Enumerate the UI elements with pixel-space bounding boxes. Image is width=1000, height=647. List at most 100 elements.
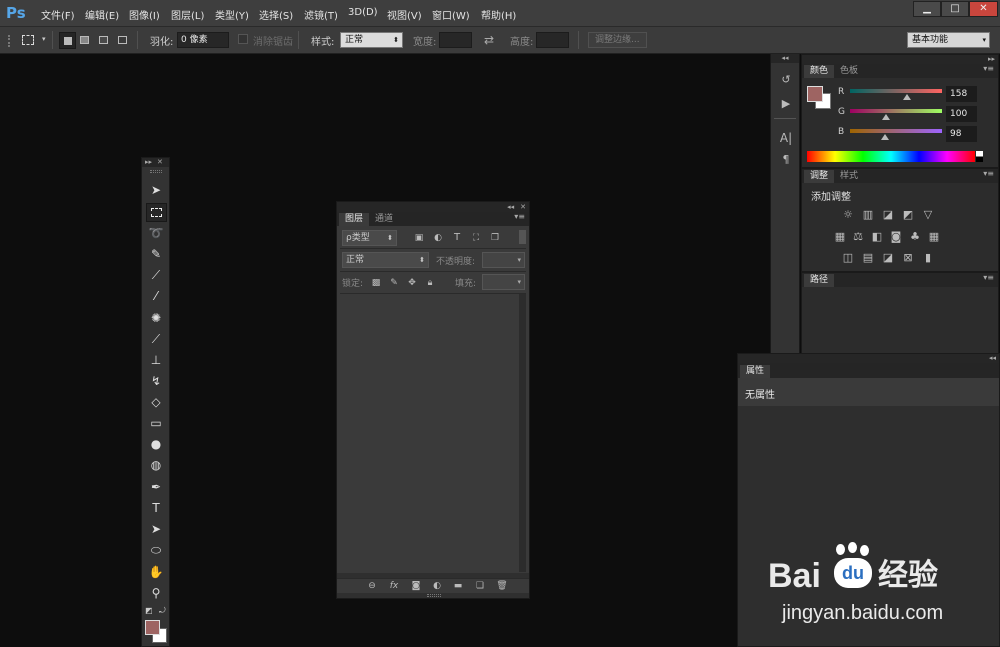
close-icon[interactable]: ✕: [520, 203, 526, 211]
tab-color[interactable]: 颜色: [804, 65, 835, 78]
gradient-map-icon[interactable]: ▮: [920, 250, 936, 266]
path-selection-tool-icon[interactable]: ➤: [147, 521, 165, 538]
lock-image-icon[interactable]: ✎: [386, 275, 402, 291]
black-white-ramp[interactable]: [976, 151, 983, 162]
clone-stamp-tool-icon[interactable]: ⊥: [147, 352, 165, 369]
levels-icon[interactable]: ▥: [860, 207, 876, 223]
shape-tool-icon[interactable]: ⬭: [147, 542, 165, 559]
default-colors-icon[interactable]: ◩: [145, 606, 153, 615]
black-white-icon[interactable]: ◧: [869, 229, 885, 245]
tab-adjustments[interactable]: 调整: [804, 170, 835, 183]
menu-window[interactable]: 窗口(W): [432, 7, 470, 22]
new-selection-button[interactable]: [59, 32, 76, 49]
marquee-tool-button[interactable]: [146, 203, 167, 222]
blur-tool-icon[interactable]: ●: [147, 436, 165, 453]
crop-tool-icon[interactable]: ⟋: [147, 267, 165, 284]
r-slider[interactable]: [850, 89, 942, 93]
collapse-icon[interactable]: ▸▸: [145, 158, 152, 166]
menu-view[interactable]: 视图(V): [387, 7, 422, 22]
feather-input[interactable]: 0 像素: [177, 32, 229, 48]
panel-menu-icon[interactable]: ▾≡: [983, 273, 994, 282]
zoom-tool-icon[interactable]: ⚲: [147, 585, 165, 602]
swap-icon[interactable]: ⇄: [484, 33, 494, 47]
adjustment-layer-icon[interactable]: ◐: [429, 579, 445, 593]
brush-tool-icon[interactable]: ⟋: [147, 331, 165, 348]
eraser-tool-icon[interactable]: ◇: [147, 394, 165, 411]
tab-properties[interactable]: 属性: [740, 365, 771, 378]
move-tool-icon[interactable]: ➤: [147, 182, 165, 199]
layer-mask-icon[interactable]: ◙: [408, 579, 424, 593]
panel-menu-icon[interactable]: ▾≡: [514, 212, 525, 221]
menu-layer[interactable]: 图层(L): [171, 7, 204, 22]
color-balance-icon[interactable]: ⚖: [850, 229, 866, 245]
close-icon[interactable]: ✕: [157, 158, 163, 166]
b-input[interactable]: 98: [946, 126, 977, 142]
fx-icon[interactable]: fx: [386, 579, 402, 593]
hue-saturation-icon[interactable]: ▦: [832, 229, 848, 245]
antialias-checkbox[interactable]: [238, 34, 248, 44]
pen-tool-icon[interactable]: ✒: [147, 479, 165, 496]
character-icon[interactable]: A|: [778, 130, 794, 146]
height-input[interactable]: [536, 32, 569, 48]
collapse-icon[interactable]: ▸▸: [802, 55, 998, 64]
g-input[interactable]: 100: [946, 106, 977, 122]
curves-icon[interactable]: ◪: [880, 207, 896, 223]
filter-pixel-icon[interactable]: ▣: [411, 230, 427, 246]
g-slider-thumb[interactable]: [882, 114, 891, 120]
selective-color-icon[interactable]: ⊠: [900, 250, 916, 266]
collapse-icon[interactable]: ◂◂: [507, 203, 514, 211]
width-input[interactable]: [439, 32, 472, 48]
color-spectrum-ramp[interactable]: [807, 151, 975, 162]
style-select[interactable]: 正常 ⬍: [340, 32, 403, 48]
panel-menu-icon[interactable]: ▾≡: [983, 64, 994, 73]
tab-swatches[interactable]: 色板: [834, 65, 864, 78]
panel-menu-icon[interactable]: ▾≡: [983, 169, 994, 178]
menu-filter[interactable]: 滤镜(T): [304, 7, 338, 22]
collapse-icon[interactable]: ◂◂: [738, 354, 999, 363]
posterize-icon[interactable]: ▤: [860, 250, 876, 266]
tab-paths[interactable]: 路径: [804, 274, 835, 287]
minimize-button[interactable]: ▁: [913, 1, 941, 17]
lasso-tool-icon[interactable]: ➰: [147, 225, 165, 242]
lock-all-icon[interactable]: 🔒︎: [422, 275, 438, 291]
layers-scrollbar[interactable]: [519, 294, 526, 572]
b-slider[interactable]: [850, 129, 942, 133]
subtract-selection-icon[interactable]: [99, 36, 108, 44]
g-slider[interactable]: [850, 109, 942, 113]
hand-tool-icon[interactable]: ✋: [147, 564, 165, 581]
quick-selection-tool-icon[interactable]: ✎: [147, 246, 165, 263]
new-layer-icon[interactable]: ❏: [472, 579, 488, 593]
tab-layers[interactable]: 图层: [339, 213, 370, 226]
b-slider-thumb[interactable]: [881, 134, 890, 140]
filter-smart-object-icon[interactable]: ❐: [487, 230, 503, 246]
filter-type-icon[interactable]: T: [449, 230, 465, 246]
gradient-tool-icon[interactable]: ▭: [147, 415, 165, 432]
invert-icon[interactable]: ◫: [840, 250, 856, 266]
filter-toggle[interactable]: [519, 230, 526, 244]
intersect-selection-icon[interactable]: [118, 36, 127, 44]
blend-mode-select[interactable]: 正常 ⬍: [342, 252, 429, 268]
tab-styles[interactable]: 样式: [834, 170, 864, 183]
r-slider-thumb[interactable]: [903, 94, 911, 100]
menu-edit[interactable]: 编辑(E): [85, 7, 119, 22]
menu-help[interactable]: 帮助(H): [481, 7, 516, 22]
lock-position-icon[interactable]: ✥: [404, 275, 420, 291]
chevron-down-icon[interactable]: ▾: [42, 35, 46, 43]
workspace-select[interactable]: 基本功能 ▾: [907, 32, 990, 48]
eyedropper-tool-icon[interactable]: ⁄: [147, 288, 165, 305]
menu-image[interactable]: 图像(I): [129, 7, 160, 22]
marquee-preset-icon[interactable]: [22, 35, 34, 45]
r-input[interactable]: 158: [946, 86, 977, 102]
menu-type[interactable]: 类型(Y): [215, 7, 249, 22]
foreground-color-swatch[interactable]: [145, 620, 160, 635]
lock-transparent-icon[interactable]: ▩: [368, 275, 384, 291]
vibrance-icon[interactable]: ▽: [920, 207, 936, 223]
trash-icon[interactable]: 🗑︎: [494, 579, 510, 593]
channel-mixer-icon[interactable]: ♣: [907, 229, 923, 245]
history-brush-tool-icon[interactable]: ↯: [147, 373, 165, 390]
foreground-color-swatch[interactable]: [807, 86, 823, 102]
filter-shape-icon[interactable]: ⛶: [468, 230, 484, 246]
collapse-icon[interactable]: ◂◂: [771, 54, 799, 63]
tab-channels[interactable]: 通道: [369, 213, 399, 226]
link-layers-icon[interactable]: ⊖: [364, 579, 380, 593]
